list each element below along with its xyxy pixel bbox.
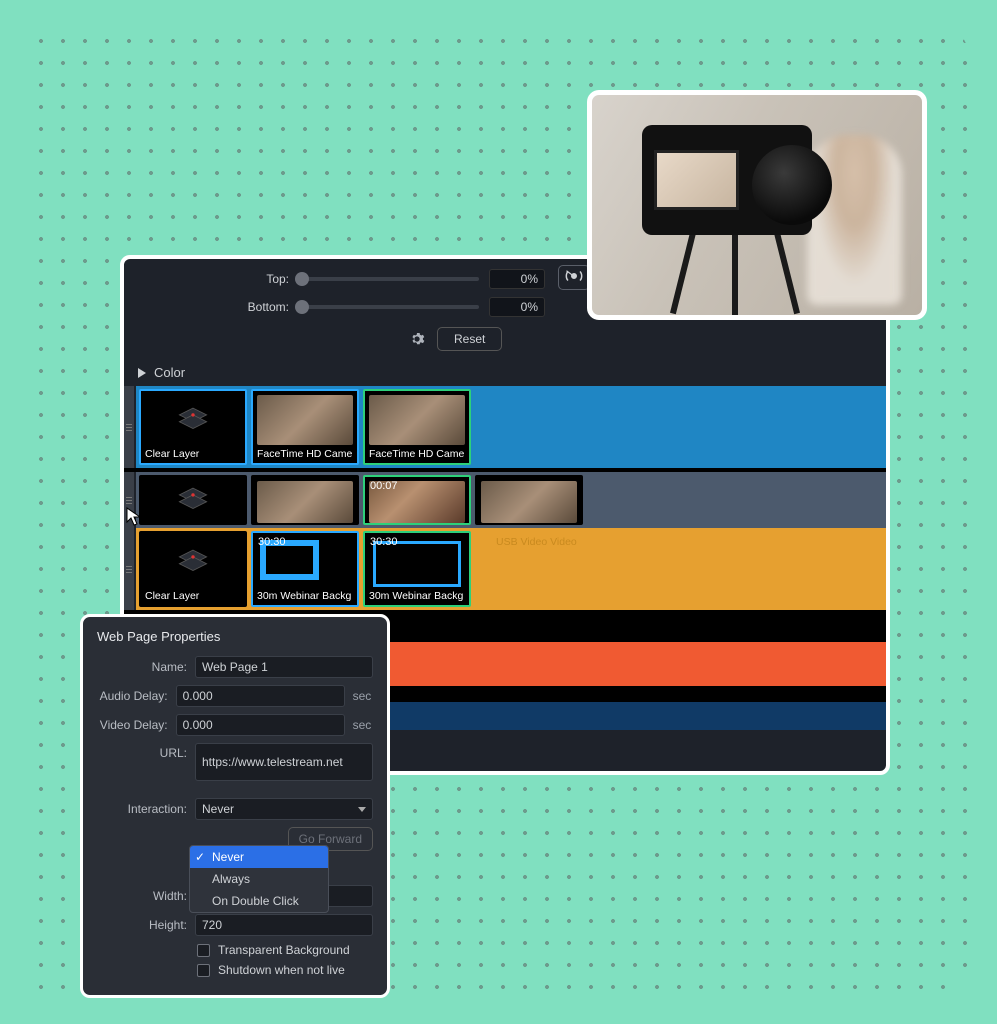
checkbox-icon[interactable] [197,964,210,977]
clip-label: 30m Webinar Backg [365,587,469,605]
layers-icon [176,406,210,434]
width-label: Width: [97,889,187,903]
track-row: Clear Layer FaceTime HD Came FaceTime HD… [124,386,886,468]
audio-delay-unit: sec [353,689,373,703]
interaction-option-never[interactable]: ✓ Never [190,846,328,868]
overlay-source-label: USB Video Video [496,536,577,548]
name-label: Name: [97,660,187,674]
gear-icon[interactable] [409,331,425,347]
url-field[interactable] [195,743,373,781]
stream-icon[interactable] [558,265,590,290]
checkbox-icon[interactable] [197,944,210,957]
web-page-properties-panel: Web Page Properties Name: Audio Delay: s… [80,614,390,998]
shutdown-checkbox-row[interactable]: Shutdown when not live [197,963,373,977]
video-delay-label: Video Delay: [97,718,168,732]
crop-top-value[interactable]: 0% [489,269,545,289]
clip-label: Clear Layer [141,587,245,605]
clip-timecode: 30:30 [370,536,398,548]
reset-button[interactable]: Reset [437,327,502,351]
crop-top-slider[interactable] [299,277,479,281]
clip-facetime-camera[interactable]: FaceTime HD Came [251,389,359,465]
audio-delay-label: Audio Delay: [97,689,168,703]
clip-thumbnail [257,395,353,445]
layers-icon [176,486,210,514]
crop-bottom-value[interactable]: 0% [489,297,545,317]
track-drag-handle[interactable] [124,528,134,610]
clip-camera-small[interactable] [251,475,359,525]
clip-clear-layer[interactable] [139,475,247,525]
audio-delay-field[interactable] [176,685,345,707]
interaction-select[interactable]: Never [195,798,373,820]
interaction-option-always[interactable]: Always [190,868,328,890]
interaction-option-double-click[interactable]: On Double Click [190,890,328,912]
shutdown-label: Shutdown when not live [218,963,345,977]
interaction-dropdown[interactable]: ✓ Never Always On Double Click [189,845,329,913]
crop-bottom-label: Bottom: [124,300,289,314]
color-section-label: Color [154,365,185,380]
panel-title: Web Page Properties [97,629,373,644]
disclosure-triangle-icon [138,368,146,378]
clip-thumbnail [481,481,577,523]
chevron-down-icon [358,807,366,812]
track-strip-orange[interactable]: USB Video Video Clear Layer 30:30 30m We… [136,528,886,610]
clip-camera-small[interactable]: 00:07 [363,475,471,525]
checkmark-icon: ✓ [195,850,205,864]
clip-thumbnail [257,481,353,523]
clip-webinar-background[interactable]: 30:30 30m Webinar Backg [251,531,359,607]
cursor-arrow-icon [126,507,142,530]
video-delay-unit: sec [353,718,373,732]
crop-bottom-slider[interactable] [299,305,479,309]
camera-photo-card [587,90,927,320]
interaction-label: Interaction: [97,802,187,816]
height-field[interactable] [195,914,373,936]
color-section-header[interactable]: Color [124,361,886,386]
clip-label: Clear Layer [141,445,245,463]
clip-timecode: 30:30 [258,536,286,548]
clip-clear-layer[interactable]: Clear Layer [139,389,247,465]
clip-label: 30m Webinar Backg [253,587,357,605]
url-label: URL: [97,743,187,760]
transparent-bg-label: Transparent Background [218,943,350,957]
clip-thumbnail [369,395,465,445]
layers-icon [176,548,210,576]
track-row: 00:07 [124,472,886,528]
clip-facetime-camera[interactable]: FaceTime HD Came [363,389,471,465]
video-delay-field[interactable] [176,714,345,736]
track-strip-blue[interactable]: Clear Layer FaceTime HD Came FaceTime HD… [136,386,886,468]
height-label: Height: [97,918,187,932]
track-drag-handle[interactable] [124,386,134,468]
clip-label: FaceTime HD Came [365,445,469,463]
clip-camera-small[interactable] [475,475,583,525]
track-strip-steel[interactable]: 00:07 [136,472,886,528]
clip-webinar-background[interactable]: 30:30 30m Webinar Backg [363,531,471,607]
interaction-selected-value: Never [202,802,234,816]
name-field[interactable] [195,656,373,678]
camera-lens [752,145,832,225]
crop-top-label: Top: [124,272,289,286]
track-row: USB Video Video Clear Layer 30:30 30m We… [124,528,886,610]
clip-clear-layer[interactable]: Clear Layer [139,531,247,607]
clip-label: FaceTime HD Came [253,445,357,463]
transparent-bg-checkbox-row[interactable]: Transparent Background [197,943,373,957]
camera-lcd-screen [654,150,739,210]
clip-timecode: 00:07 [370,480,398,492]
